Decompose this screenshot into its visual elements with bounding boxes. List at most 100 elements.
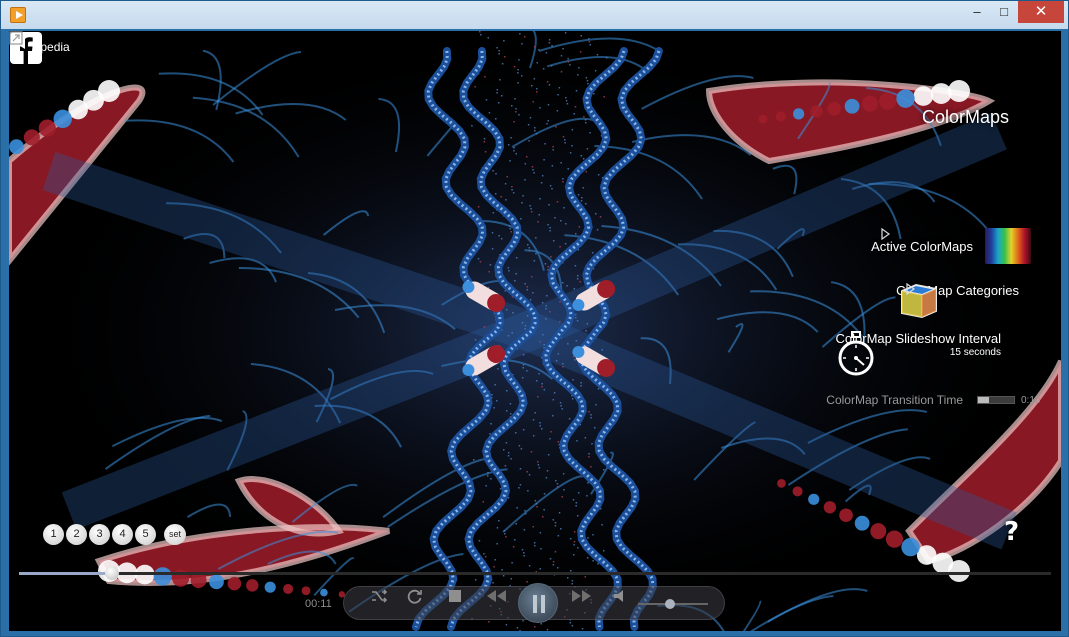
noise-dot xyxy=(504,183,507,185)
seek-bar[interactable] xyxy=(19,566,1051,580)
noise-dot xyxy=(498,520,500,522)
noise-dot xyxy=(575,90,578,92)
preset-2-button[interactable]: 2 xyxy=(66,524,87,545)
volume-knob[interactable] xyxy=(664,599,675,609)
chevron-right-icon[interactable] xyxy=(906,283,916,295)
maximize-button[interactable]: □ xyxy=(991,1,1017,23)
volume-slider[interactable] xyxy=(638,599,708,609)
noise-dot xyxy=(533,46,536,48)
noise-dot xyxy=(505,410,508,412)
noise-dot xyxy=(493,407,495,409)
noise-dot xyxy=(573,113,576,115)
noise-dot xyxy=(546,470,549,472)
noise-dot xyxy=(528,247,530,249)
noise-dot xyxy=(577,74,579,76)
title-bar[interactable]: – □ ✕ xyxy=(1,1,1068,29)
noise-dot xyxy=(496,543,498,545)
noise-dot xyxy=(532,419,535,421)
noise-dot xyxy=(539,425,542,427)
noise-dot xyxy=(513,147,515,149)
noise-dot xyxy=(571,398,574,400)
noise-dot xyxy=(576,320,579,322)
noise-dot xyxy=(584,122,587,124)
noise-dot xyxy=(517,82,519,84)
pause-button[interactable] xyxy=(518,583,558,623)
fullscreen-icon[interactable] xyxy=(9,31,23,45)
noise-dot xyxy=(601,349,603,351)
noise-dot xyxy=(552,415,554,417)
bead xyxy=(793,108,805,120)
bead xyxy=(948,80,970,102)
noise-dot xyxy=(601,524,603,526)
noise-dot xyxy=(581,197,583,199)
noise-dot xyxy=(498,53,500,55)
noise-dot xyxy=(559,246,561,248)
menu-item-colormap-categories[interactable]: ColorMap Categories xyxy=(896,283,1031,319)
close-button[interactable]: ✕ xyxy=(1018,1,1064,23)
noise-dot xyxy=(567,58,569,60)
stop-icon[interactable] xyxy=(446,587,464,605)
noise-dot xyxy=(527,490,529,492)
noise-dot xyxy=(526,244,529,246)
preset-5-button[interactable]: 5 xyxy=(135,524,156,545)
noise-dot xyxy=(596,54,599,56)
noise-dot xyxy=(524,510,526,512)
bead xyxy=(227,576,242,591)
volume-icon[interactable] xyxy=(612,587,630,605)
cube-icon xyxy=(901,283,938,319)
previous-icon[interactable] xyxy=(484,587,508,605)
noise-dot xyxy=(501,95,503,97)
noise-dot xyxy=(557,567,559,569)
noise-dot xyxy=(574,265,577,267)
minimize-button[interactable]: – xyxy=(964,1,990,23)
noise-dot xyxy=(489,433,491,435)
noise-dot xyxy=(521,75,523,77)
noise-dot xyxy=(549,227,551,229)
transition-time-slider[interactable] xyxy=(977,396,1015,404)
repeat-icon[interactable] xyxy=(406,587,424,605)
noise-dot xyxy=(562,136,565,138)
noise-dot xyxy=(501,63,504,65)
next-icon[interactable] xyxy=(570,587,594,605)
noise-dot xyxy=(547,266,549,268)
noise-dot xyxy=(587,537,589,539)
noise-dot xyxy=(536,62,539,64)
menu-item-slideshow-interval[interactable]: ColorMap Slideshow Interval 15 seconds xyxy=(836,331,1013,376)
noise-dot xyxy=(571,625,574,627)
noise-dot xyxy=(591,443,593,445)
help-icon[interactable]: ? xyxy=(1004,517,1019,547)
preset-3-button[interactable]: 3 xyxy=(89,524,110,545)
noise-dot xyxy=(524,36,526,38)
noise-dot xyxy=(574,106,577,108)
noise-dot xyxy=(572,554,575,556)
noise-dot xyxy=(552,519,554,521)
preset-1-button[interactable]: 1 xyxy=(43,524,64,545)
noise-dot xyxy=(580,385,582,387)
noise-dot xyxy=(574,359,576,361)
noise-dot xyxy=(571,129,574,131)
noise-dot xyxy=(489,264,492,266)
visualization-stage[interactable]: Softpedia ColorMaps Active ColorMaps Col… xyxy=(9,31,1061,631)
noise-dot xyxy=(550,256,552,258)
shuffle-icon[interactable] xyxy=(370,587,388,605)
set-preset-button[interactable]: set xyxy=(164,524,186,545)
noise-dot xyxy=(487,472,489,474)
noise-dot xyxy=(480,34,482,36)
bead xyxy=(301,586,311,596)
seek-knob[interactable] xyxy=(104,566,119,580)
noise-dot xyxy=(511,189,513,191)
noise-dot xyxy=(590,417,592,419)
noise-dot xyxy=(588,453,590,455)
bead xyxy=(885,530,904,548)
noise-dot xyxy=(522,367,524,369)
menu-item-active-colormaps[interactable]: Active ColorMaps xyxy=(871,228,1031,264)
menu-item-transition-time[interactable]: ColorMap Transition Time 0:10 xyxy=(826,393,1041,407)
noise-dot xyxy=(512,312,514,314)
noise-dot xyxy=(492,170,494,172)
app-icon[interactable] xyxy=(10,7,26,23)
chevron-right-icon[interactable] xyxy=(881,228,891,240)
noise-dot xyxy=(548,204,550,206)
preset-4-button[interactable]: 4 xyxy=(112,524,133,545)
bead xyxy=(861,95,878,112)
noise-dot xyxy=(561,408,563,410)
